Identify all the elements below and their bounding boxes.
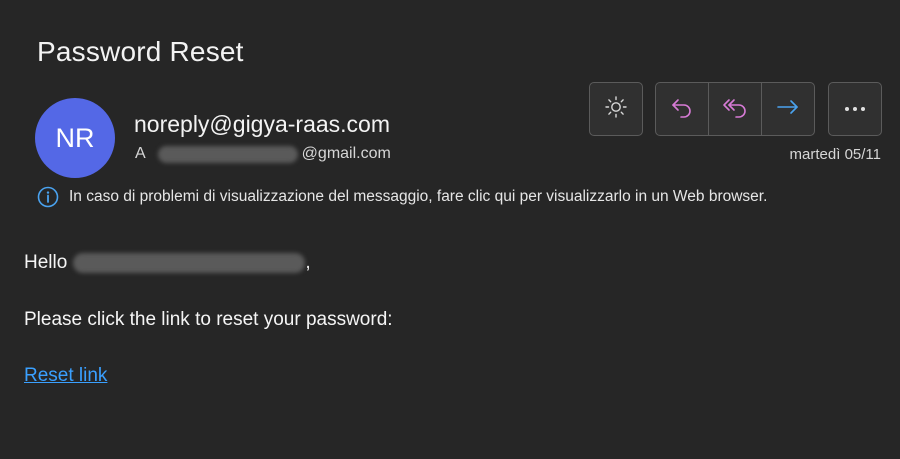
- avatar-initials: NR: [55, 122, 95, 153]
- sender-address[interactable]: noreply@gigya-raas.com: [134, 111, 390, 138]
- recipient-line: A @gmail.com: [135, 145, 391, 163]
- reply-all-icon: [721, 94, 749, 125]
- reply-button[interactable]: [656, 83, 708, 135]
- greeting-text: Hello: [24, 252, 68, 273]
- received-date: martedì 05/11: [789, 146, 881, 163]
- greeting-suffix: ,: [305, 252, 311, 273]
- more-button-group: [828, 82, 882, 136]
- redacted-recipient: [157, 145, 298, 163]
- reply-icon: [669, 94, 695, 125]
- info-icon: [37, 186, 59, 208]
- recipient-prefix: A: [135, 145, 146, 162]
- forward-button[interactable]: [761, 83, 814, 135]
- recipient-domain: @gmail.com: [301, 145, 391, 162]
- info-notice-text: In caso di problemi di visualizzazione d…: [69, 188, 768, 205]
- avatar: NR: [35, 98, 115, 178]
- view-in-browser-notice[interactable]: In caso di problemi di visualizzazione d…: [37, 186, 767, 208]
- reply-button-group: [655, 82, 815, 136]
- greeting-line: Hello ,: [24, 252, 311, 274]
- reply-all-button[interactable]: [708, 83, 761, 135]
- email-subject: Password Reset: [37, 36, 244, 67]
- sun-icon: [604, 95, 628, 124]
- more-actions-button[interactable]: [829, 83, 881, 135]
- more-icon: [842, 100, 868, 118]
- theme-toggle-button[interactable]: [590, 83, 642, 135]
- reset-link[interactable]: Reset link: [24, 365, 107, 387]
- theme-button-group: [589, 82, 643, 136]
- redacted-name: [73, 253, 306, 273]
- reset-instruction: Please click the link to reset your pass…: [24, 309, 393, 330]
- forward-icon: [775, 94, 801, 125]
